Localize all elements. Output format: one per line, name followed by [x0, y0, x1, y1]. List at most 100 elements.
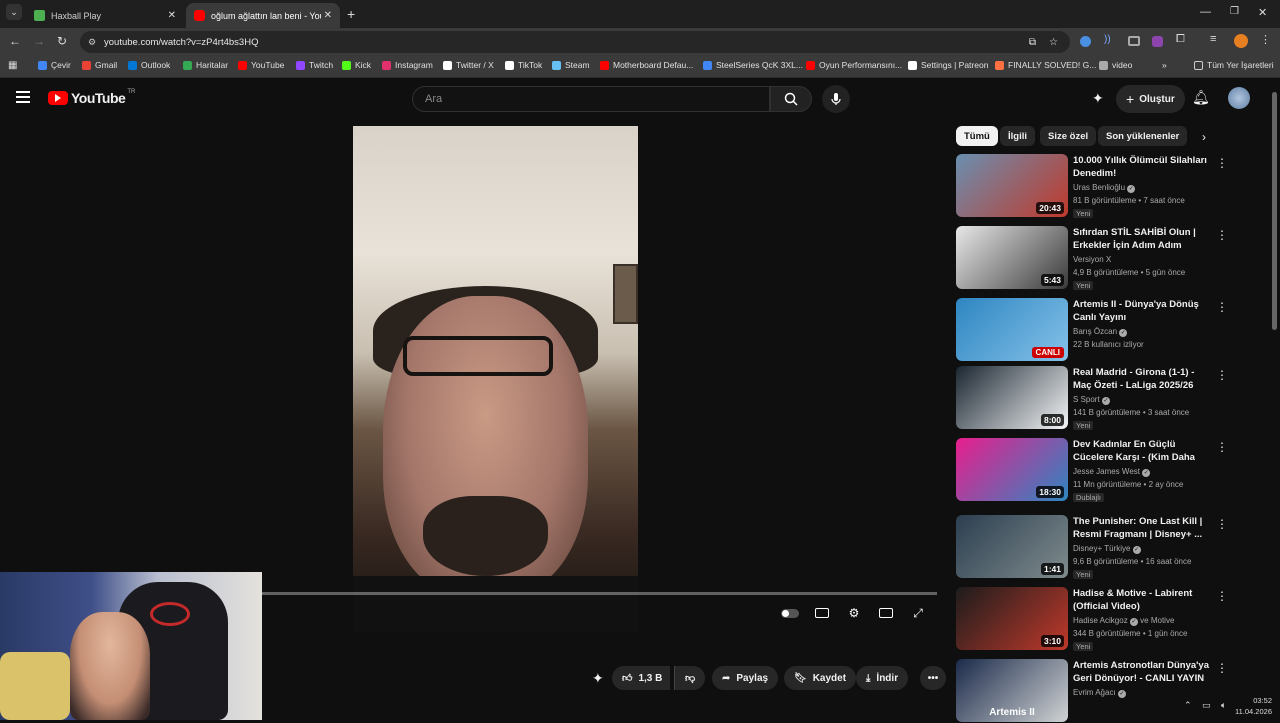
- url-field[interactable]: ⚙ youtube.com/watch?v=zP4rt4bs3HQ ⧉ ☆: [80, 31, 1070, 53]
- page-scrollbar[interactable]: [1272, 92, 1277, 330]
- video-thumbnail[interactable]: 8:00: [956, 366, 1068, 429]
- video-title[interactable]: Sıfırdan STİL SAHİBİ Olun | Erkekler İçi…: [1073, 226, 1211, 252]
- new-tab-icon[interactable]: +: [347, 6, 355, 22]
- video-thumbnail[interactable]: Artemis II: [956, 659, 1068, 722]
- chip-related[interactable]: İlgili: [1000, 126, 1035, 146]
- more-options-icon[interactable]: ⋮: [1216, 440, 1228, 454]
- bookmark-item[interactable]: TikTok: [505, 60, 542, 70]
- bookmark-item[interactable]: Motherboard Defau...: [600, 60, 693, 70]
- reload-icon[interactable]: ↻: [57, 34, 67, 48]
- recommendation-item[interactable]: 18:30 Dev Kadınlar En Güçlü Cücelere Karş…: [956, 438, 1228, 502]
- video-progress-bar[interactable]: [262, 592, 937, 595]
- video-title[interactable]: Real Madrid - Girona (1-1) - Maç Özeti -…: [1073, 366, 1211, 392]
- settings-gear-icon[interactable]: ⚙: [846, 606, 862, 620]
- video-thumbnail[interactable]: 5:43: [956, 226, 1068, 289]
- browser-menu-icon[interactable]: ⋮: [1260, 33, 1271, 46]
- search-input[interactable]: Ara: [412, 86, 770, 112]
- recommendation-item[interactable]: 20:43 10.000 Yıllık Ölümcül Silahları Den…: [956, 154, 1228, 218]
- more-bookmarks-icon[interactable]: »: [1162, 60, 1167, 70]
- bookmark-item[interactable]: YouTube: [238, 60, 284, 70]
- bookmark-item[interactable]: Steam: [552, 60, 590, 70]
- video-title[interactable]: 10.000 Yıllık Ölümcül Silahları Denedim!: [1073, 154, 1211, 180]
- sparkle-ask-icon[interactable]: ✦: [592, 670, 604, 687]
- bookmark-item[interactable]: Çevir: [38, 60, 71, 70]
- youtube-logo[interactable]: YouTube TR: [48, 89, 135, 106]
- video-title[interactable]: The Punisher: One Last Kill | Resmi Frag…: [1073, 515, 1211, 541]
- theater-mode-icon[interactable]: [878, 606, 894, 620]
- like-button[interactable]: 👍︎ 1,3 B: [612, 666, 671, 690]
- chip-for-you[interactable]: Size özel: [1040, 126, 1097, 146]
- bookmark-item[interactable]: Twitch: [296, 60, 333, 70]
- video-title[interactable]: Hadise & Motive - Labirent (Official Vid…: [1073, 587, 1211, 613]
- more-options-icon[interactable]: ⋮: [1216, 368, 1228, 382]
- bookmark-star-icon[interactable]: ☆: [1049, 37, 1058, 48]
- subtitles-icon[interactable]: [814, 606, 830, 620]
- channel-name[interactable]: Jesse James West ✓: [1073, 467, 1151, 477]
- bookmark-item[interactable]: Gmail: [82, 60, 117, 70]
- dislike-button[interactable]: 👎︎: [674, 666, 706, 690]
- more-options-icon[interactable]: ⋮: [1216, 156, 1228, 170]
- recommendation-item[interactable]: 5:43 Sıfırdan STİL SAHİBİ Olun | Erkekler…: [956, 226, 1228, 290]
- video-thumbnail[interactable]: CANLI: [956, 298, 1068, 361]
- bookmark-item[interactable]: video: [1099, 60, 1132, 70]
- voice-search-button[interactable]: [822, 85, 850, 113]
- notifications-bell-icon[interactable]: 🔔︎: [1192, 89, 1210, 106]
- fullscreen-icon[interactable]: ⤢: [910, 606, 926, 620]
- reading-list-icon[interactable]: ≡: [1210, 33, 1216, 45]
- chip-all[interactable]: Tümü: [956, 126, 998, 146]
- video-title[interactable]: Artemis II - Dünya'ya Dönüş Canlı Yayını: [1073, 298, 1211, 324]
- close-tab-icon[interactable]: ✕: [324, 10, 332, 21]
- back-icon[interactable]: ←: [9, 34, 21, 48]
- studio-clapper-icon[interactable]: ✦: [1092, 90, 1104, 107]
- recommendation-item[interactable]: 3:10 Hadise & Motive - Labirent (Official…: [956, 587, 1228, 651]
- bookmark-item[interactable]: SteelSeries QcK 3XL...: [703, 60, 803, 70]
- channel-name[interactable]: Versiyon X: [1073, 255, 1111, 264]
- more-options-icon[interactable]: ⋮: [1216, 517, 1228, 531]
- bookmark-item[interactable]: FINALLY SOLVED! G...: [995, 60, 1096, 70]
- more-options-icon[interactable]: ⋮: [1216, 228, 1228, 242]
- bookmark-item[interactable]: Outlook: [128, 60, 170, 70]
- autoplay-toggle[interactable]: [780, 606, 800, 620]
- bookmark-item[interactable]: Kick: [342, 60, 371, 70]
- tab-youtube[interactable]: oğlum ağlattın lan beni - YouTube ✕: [186, 3, 340, 28]
- channel-name[interactable]: Disney+ Türkiye ✓: [1073, 544, 1141, 554]
- close-tab-icon[interactable]: ✕: [168, 10, 176, 21]
- video-thumbnail[interactable]: 1:41: [956, 515, 1068, 578]
- create-button[interactable]: + Oluştur: [1116, 85, 1185, 113]
- forward-icon[interactable]: →: [33, 34, 45, 48]
- more-options-icon[interactable]: ⋮: [1216, 589, 1228, 603]
- bookmark-item[interactable]: Haritalar: [183, 60, 228, 70]
- tab-search-icon[interactable]: ⌄: [6, 4, 22, 20]
- apps-grid-icon[interactable]: ▦: [8, 60, 17, 71]
- share-button[interactable]: ➦ Paylaş: [712, 666, 779, 690]
- chips-next-chevron-icon[interactable]: ›: [1202, 130, 1206, 144]
- extensions-puzzle-icon[interactable]: ⧠: [1176, 33, 1185, 46]
- channel-name[interactable]: Uras Benlioğlu ✓: [1073, 183, 1136, 193]
- extension-purple-icon[interactable]: [1152, 36, 1163, 47]
- video-player[interactable]: [353, 126, 638, 632]
- recommendation-item[interactable]: CANLI Artemis II - Dünya'ya Dönüş Canlı Y…: [956, 298, 1228, 362]
- channel-name[interactable]: Evrim Ağacı ✓: [1073, 688, 1126, 698]
- bookmark-item[interactable]: Oyun Performansını...: [806, 60, 902, 70]
- tab-haxball[interactable]: Haxball Play ✕: [26, 3, 184, 28]
- channel-name[interactable]: Barış Özcan ✓: [1073, 327, 1128, 337]
- save-button[interactable]: 🔖︎ Kaydet: [784, 666, 857, 690]
- all-bookmarks-folder[interactable]: Tüm Yer İşaretleri: [1194, 60, 1274, 70]
- video-title[interactable]: Artemis Astronotları Dünya'ya Geri Dönüy…: [1073, 659, 1211, 685]
- profile-avatar[interactable]: [1234, 34, 1248, 48]
- search-button[interactable]: [770, 86, 812, 112]
- account-avatar[interactable]: [1228, 87, 1250, 109]
- more-actions-button[interactable]: •••: [920, 666, 946, 690]
- extension-wave-icon[interactable]: )): [1104, 34, 1111, 45]
- site-info-icon[interactable]: ⚙: [88, 37, 96, 48]
- bookmark-item[interactable]: Instagram: [382, 60, 433, 70]
- channel-name[interactable]: Hadise Acikgoz ✓ ve Motive: [1073, 616, 1174, 626]
- more-options-icon[interactable]: ⋮: [1216, 300, 1228, 314]
- extension-blue-icon[interactable]: [1080, 36, 1091, 47]
- restore-icon[interactable]: ❐: [1230, 6, 1239, 17]
- hamburger-menu-icon[interactable]: [16, 91, 30, 103]
- chip-recent[interactable]: Son yüklenenler: [1098, 126, 1188, 146]
- close-window-icon[interactable]: ✕: [1258, 6, 1267, 19]
- minimize-icon[interactable]: —: [1200, 6, 1211, 18]
- more-options-icon[interactable]: ⋮: [1216, 661, 1228, 675]
